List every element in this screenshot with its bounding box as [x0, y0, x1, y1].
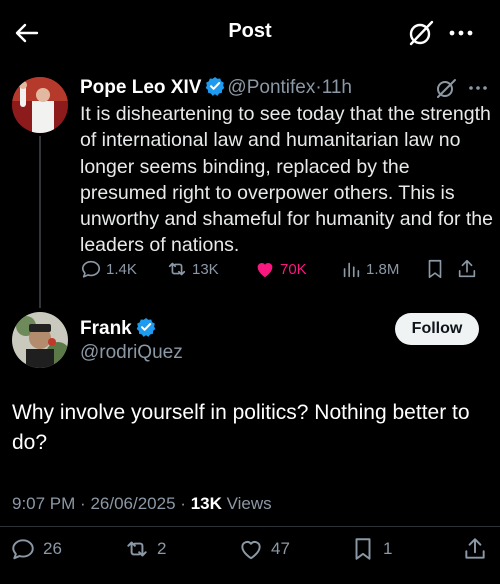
quoted-post-text: It is disheartening to see today that th…	[80, 103, 493, 257]
repost-count: 2	[157, 539, 167, 558]
views-count[interactable]: 13K	[191, 494, 222, 513]
separator-dot: ·	[80, 494, 86, 513]
repost-button[interactable]: 2	[124, 534, 166, 564]
arrow-left-icon[interactable]	[12, 18, 42, 48]
more-horizontal-icon[interactable]	[466, 76, 490, 100]
separator-dot: ·	[180, 494, 186, 513]
divider	[0, 526, 500, 527]
verified-badge-icon	[136, 317, 156, 337]
post-date[interactable]: 26/06/2025	[90, 494, 175, 513]
reply-count: 26	[43, 539, 62, 558]
reply-author-name-row: Frank	[80, 317, 158, 340]
quoted-bookmark-button[interactable]	[424, 256, 450, 282]
grok-icon[interactable]	[434, 76, 458, 100]
share-icon	[465, 538, 485, 559]
verified-badge-icon	[205, 76, 225, 96]
quoted-reply-button[interactable]: 1.4K	[80, 256, 137, 282]
views-label: Views	[226, 494, 272, 513]
repost-icon	[127, 541, 147, 557]
reply-icon	[12, 539, 34, 560]
like-button[interactable]: 47	[238, 534, 290, 564]
heart-filled-icon	[257, 263, 273, 278]
bookmark-icon	[428, 259, 442, 279]
grok-icon[interactable]	[406, 18, 436, 48]
bookmark-icon	[355, 538, 371, 560]
share-icon	[458, 259, 476, 278]
bookmark-count: 1	[383, 539, 393, 558]
reply-button[interactable]: 26	[10, 534, 62, 564]
top-bar: Post	[0, 0, 500, 66]
quoted-views-count: 1.8M	[366, 260, 400, 278]
quoted-post-actions: 1.4K 13K 70K 1.8M	[80, 256, 500, 282]
bookmark-button[interactable]: 1	[350, 534, 392, 564]
quoted-views-button[interactable]: 1.8M	[340, 256, 399, 282]
repost-icon	[168, 262, 186, 276]
quoted-like-count: 70K	[280, 260, 307, 278]
heart-icon	[241, 541, 261, 560]
quoted-repost-button[interactable]: 13K	[166, 256, 219, 282]
like-count: 47	[271, 539, 290, 558]
reply-author-handle[interactable]: @rodriQuez	[80, 342, 183, 364]
thread-line	[39, 136, 41, 308]
post-actions: 26 2 47 1	[0, 534, 500, 564]
quoted-author-name[interactable]: Pope Leo XIV	[80, 77, 201, 98]
quoted-share-button[interactable]	[456, 256, 482, 282]
more-horizontal-icon[interactable]	[446, 18, 476, 48]
avatar-pope[interactable]	[12, 77, 68, 133]
quoted-author-handle[interactable]: @Pontifex	[227, 77, 315, 98]
views-bar-chart-icon	[343, 262, 360, 278]
post-meta: 9:07 PM · 26/06/2025 · 13K Views	[12, 494, 272, 514]
reply-text: Why involve yourself in politics? Nothin…	[12, 401, 470, 454]
quoted-post-time[interactable]: 11h	[322, 77, 352, 98]
reply-author-name[interactable]: Frank	[80, 318, 132, 339]
reply-icon	[81, 260, 101, 278]
quoted-repost-count: 13K	[192, 260, 219, 278]
avatar-frank[interactable]	[12, 312, 68, 368]
quoted-like-button[interactable]: 70K	[254, 256, 307, 282]
quoted-reply-count: 1.4K	[106, 260, 137, 278]
share-button[interactable]	[462, 534, 495, 564]
follow-button[interactable]: Follow	[395, 313, 479, 345]
post-time[interactable]: 9:07 PM	[12, 494, 75, 513]
quoted-post-header: Pope Leo XIV @Pontifex·11h	[80, 76, 480, 100]
